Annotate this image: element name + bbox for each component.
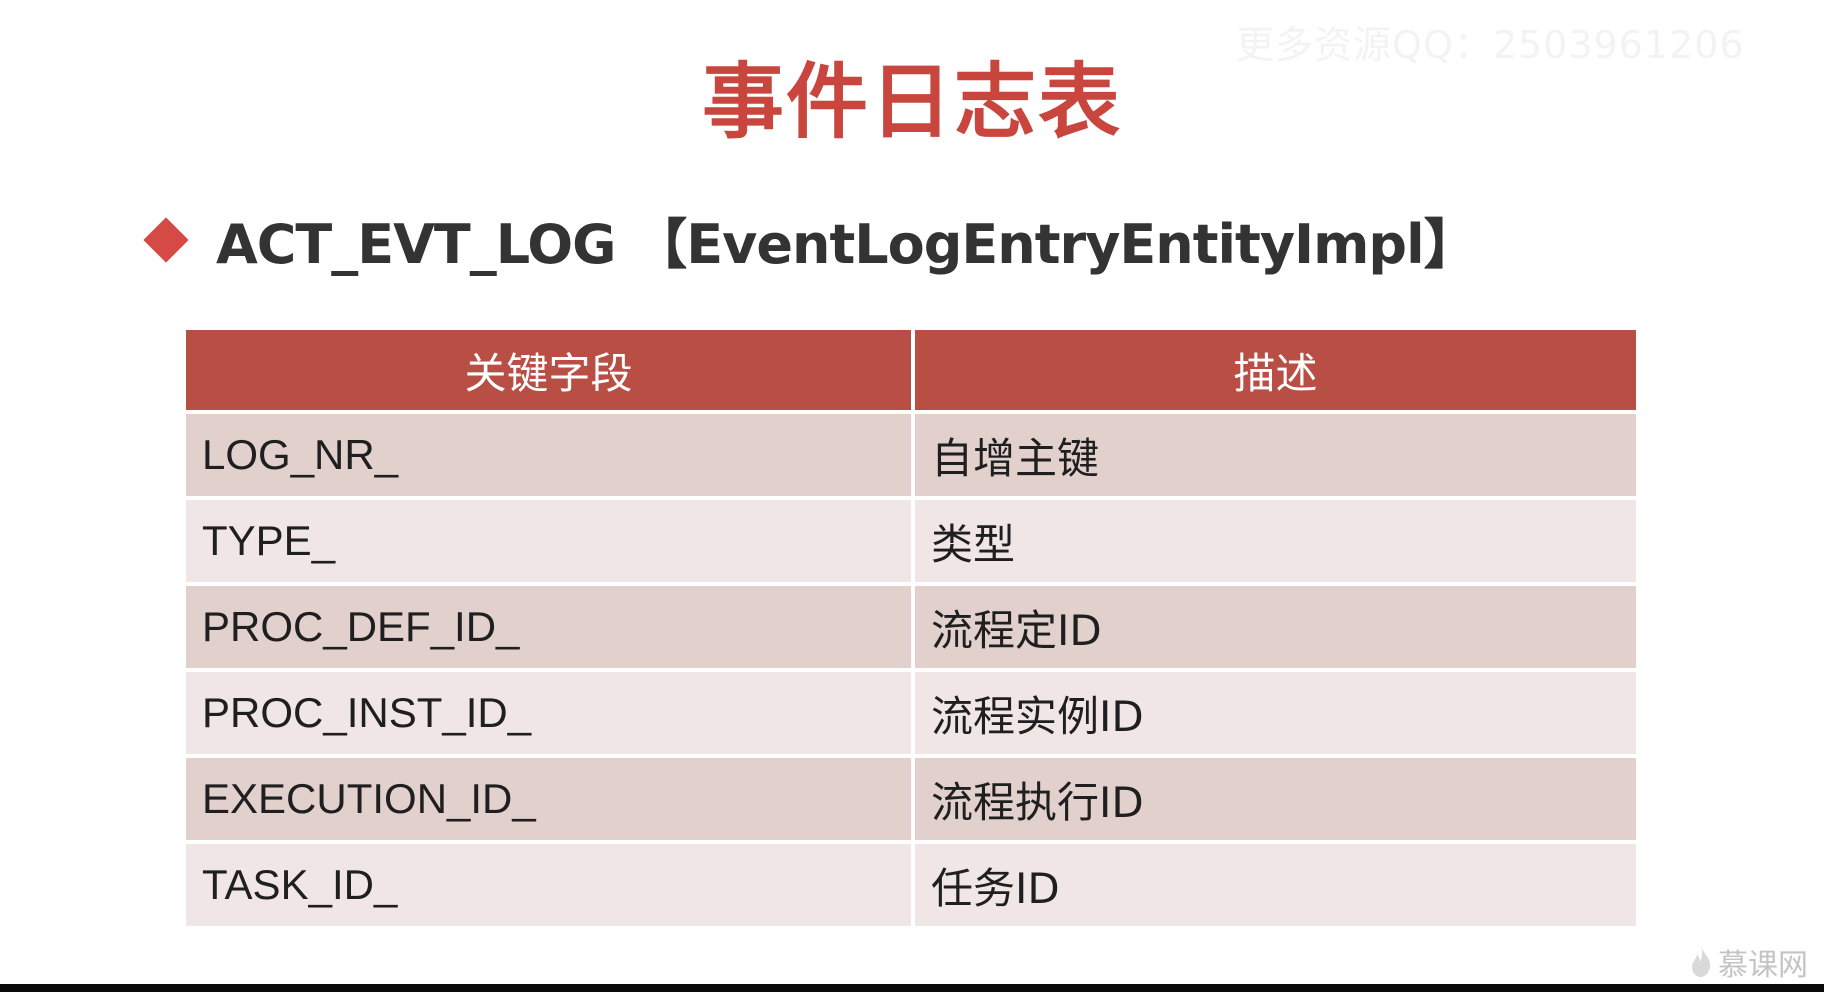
field-description-cell: 自增主键 (915, 414, 1636, 496)
subtitle-row: ACT_EVT_LOG 【EventLogEntryEntityImpl】 (142, 200, 1478, 279)
table-name-subtitle: ACT_EVT_LOG 【EventLogEntryEntityImpl】 (216, 213, 1478, 276)
field-description-cell: 类型 (915, 500, 1636, 582)
flame-icon (1692, 947, 1711, 977)
brand-logo: 慕课网 (1690, 940, 1808, 984)
field-description-cell: 流程执行ID (915, 758, 1636, 840)
table-row: TASK_ID_ 任务ID (186, 844, 1636, 926)
field-description-cell: 流程实例ID (915, 672, 1636, 754)
field-name-cell: PROC_INST_ID_ (186, 672, 911, 754)
diamond-bullet-icon (143, 216, 189, 263)
field-description-cell: 任务ID (915, 844, 1636, 926)
field-name-cell: LOG_NR_ (186, 414, 911, 496)
header-key-field: 关键字段 (186, 330, 911, 410)
table-row: EXECUTION_ID_ 流程执行ID (186, 758, 1636, 840)
field-name-cell: PROC_DEF_ID_ (186, 586, 911, 668)
table-row: PROC_DEF_ID_ 流程定ID (186, 586, 1636, 668)
field-description-cell: 流程定ID (915, 586, 1636, 668)
brand-logo-text: 慕课网 (1718, 948, 1808, 983)
field-name-cell: EXECUTION_ID_ (186, 758, 911, 840)
field-name-cell: TASK_ID_ (186, 844, 911, 926)
table-header-row: 关键字段 描述 (186, 330, 1636, 410)
page-title: 事件日志表 (701, 55, 1122, 150)
field-name-cell: TYPE_ (186, 500, 911, 582)
header-description: 描述 (915, 330, 1636, 410)
table-row: TYPE_ 类型 (186, 500, 1636, 582)
bottom-bar (0, 984, 1824, 992)
fields-table: 关键字段 描述 LOG_NR_ 自增主键 TYPE_ 类型 PROC_DEF_I… (182, 326, 1640, 930)
table-row: LOG_NR_ 自增主键 (186, 414, 1636, 496)
table-row: PROC_INST_ID_ 流程实例ID (186, 672, 1636, 754)
